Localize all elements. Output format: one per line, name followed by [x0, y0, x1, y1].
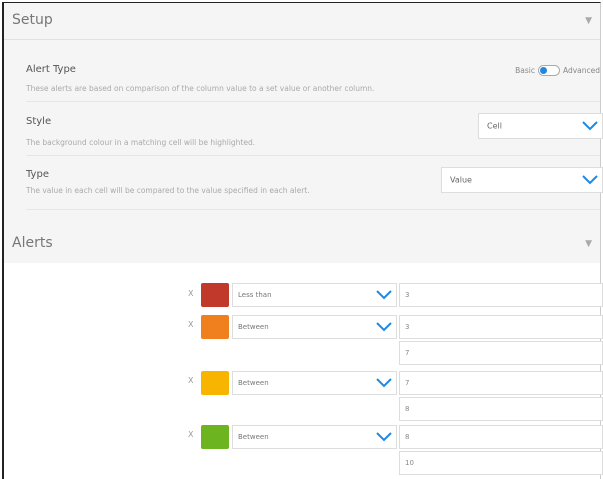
style-row: Style The background colour in a matchin…: [26, 107, 603, 156]
alert-color-swatch[interactable]: [201, 283, 229, 307]
alert-condition-value: Less than: [238, 291, 272, 299]
alert-value-text: 8: [405, 405, 410, 413]
setup-collapse-icon[interactable]: ▼: [585, 16, 592, 26]
chevron-down-icon: [376, 290, 392, 300]
type-description: The value in each cell will be compared …: [26, 186, 310, 195]
alert-type-description: These alerts are based on comparison of …: [26, 84, 375, 93]
alert-value-text: 10: [405, 459, 414, 467]
alert-color-swatch[interactable]: [201, 371, 229, 395]
alerts-collapse-icon[interactable]: ▼: [585, 239, 592, 249]
alert-condition-select[interactable]: Less than: [232, 283, 397, 307]
alert-color-swatch[interactable]: [201, 315, 229, 339]
alert-value-input[interactable]: 7: [399, 371, 603, 395]
alert-condition-select[interactable]: Between: [232, 371, 397, 395]
alert-type-toggle[interactable]: Basic Advanced: [515, 65, 600, 76]
alerts-title: Alerts: [12, 235, 53, 251]
alert-value-text: 7: [405, 349, 410, 357]
setup-header[interactable]: Setup ▼: [4, 3, 600, 40]
alert-condition-value: Between: [238, 379, 269, 387]
type-row: Type The value in each cell will be comp…: [26, 161, 603, 210]
alert-condition-select[interactable]: Between: [232, 425, 397, 449]
alert-condition-value: Between: [238, 433, 269, 441]
chevron-down-icon: [376, 378, 392, 388]
toggle-basic-label: Basic: [515, 66, 535, 75]
alert-value-input[interactable]: 10: [399, 451, 603, 475]
alerts-list: X Less than 3 X Between 3 7 X Between 7 …: [4, 263, 603, 479]
type-label: Type: [26, 169, 49, 180]
alert-color-swatch[interactable]: [201, 425, 229, 449]
alert-type-row: Alert Type These alerts are based on com…: [26, 55, 600, 102]
alert-value-text: 3: [405, 323, 410, 331]
remove-alert-button[interactable]: X: [188, 320, 193, 329]
remove-alert-button[interactable]: X: [188, 289, 193, 298]
alert-value-text: 3: [405, 291, 410, 299]
alert-condition-value: Between: [238, 323, 269, 331]
toggle-advanced-label: Advanced: [562, 66, 600, 75]
alert-value-text: 8: [405, 433, 410, 441]
alert-value-input[interactable]: 7: [399, 341, 603, 365]
type-select-value: Value: [450, 175, 472, 185]
chevron-down-icon: [376, 432, 392, 442]
alert-value-text: 7: [405, 379, 410, 387]
setup-title: Setup: [12, 12, 53, 28]
basic-advanced-switch[interactable]: [537, 65, 560, 76]
chevron-down-icon: [582, 175, 598, 185]
alert-value-input[interactable]: 8: [399, 425, 603, 449]
chevron-down-icon: [376, 322, 392, 332]
type-select[interactable]: Value: [441, 167, 603, 193]
alert-type-label: Alert Type: [26, 64, 76, 75]
alert-value-input[interactable]: 8: [399, 397, 603, 421]
alert-value-input[interactable]: 3: [399, 315, 603, 339]
style-select-value: Cell: [487, 121, 502, 131]
alert-value-input[interactable]: 3: [399, 283, 603, 307]
chevron-down-icon: [582, 121, 598, 131]
remove-alert-button[interactable]: X: [188, 430, 193, 439]
alerts-header[interactable]: Alerts ▼: [4, 225, 600, 264]
remove-alert-button[interactable]: X: [188, 376, 193, 385]
style-description: The background colour in a matching cell…: [26, 138, 256, 147]
style-select[interactable]: Cell: [478, 113, 603, 139]
alert-condition-select[interactable]: Between: [232, 315, 397, 339]
alerts-settings-panel: Setup ▼ Alert Type These alerts are base…: [2, 2, 603, 479]
style-label: Style: [26, 116, 52, 127]
